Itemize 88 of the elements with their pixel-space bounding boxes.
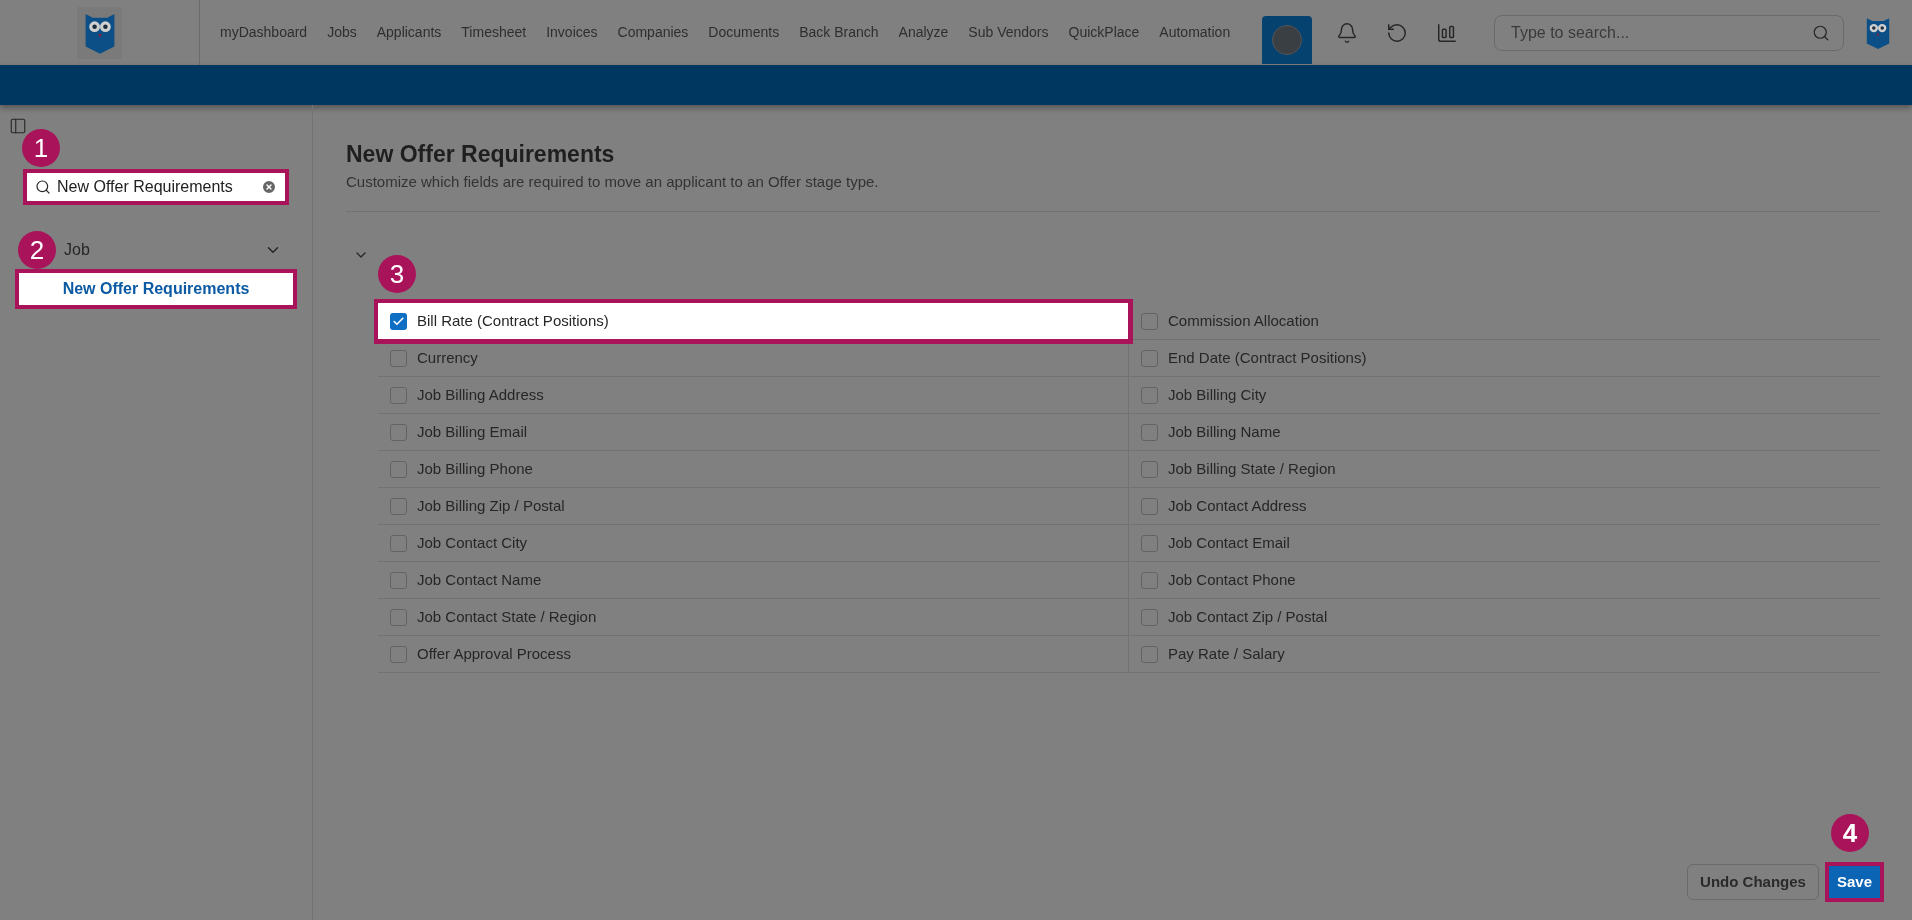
step-number: 2 (18, 231, 56, 269)
history-icon[interactable] (1386, 21, 1408, 44)
field-row[interactable]: Pay Rate / Salary (1129, 636, 1880, 674)
field-row[interactable]: Job Billing Address (378, 377, 1129, 415)
checkbox[interactable] (390, 423, 407, 441)
field-label: Job Billing Zip / Postal (417, 496, 565, 516)
nav-link[interactable]: Invoices (546, 22, 598, 43)
field-row[interactable]: Job Contact Phone (1129, 562, 1880, 600)
field-row[interactable]: Currency (378, 340, 1129, 378)
field-label: Job Contact Email (1168, 533, 1290, 553)
profile-tab[interactable] (1262, 16, 1312, 64)
search-field[interactable]: Type to search... (1494, 14, 1844, 51)
checkbox[interactable] (390, 608, 407, 626)
checkbox[interactable] (390, 571, 407, 589)
checkbox[interactable] (1141, 423, 1158, 441)
bell-icon[interactable] (1336, 21, 1358, 44)
field-label: Commission Allocation (1168, 311, 1319, 331)
nav-link[interactable]: Back Branch (799, 22, 879, 43)
field-label: Job Billing City (1168, 385, 1267, 405)
checkbox[interactable] (390, 645, 407, 663)
field-row[interactable]: Job Contact Address (1129, 488, 1880, 526)
field-label: Job Contact City (417, 533, 528, 553)
nav-link[interactable]: Applicants (376, 22, 442, 43)
nav-link[interactable]: Automation (1159, 22, 1231, 43)
step-number: 3 (378, 255, 416, 294)
field-row[interactable]: Job Billing Email (378, 414, 1129, 452)
checkbox[interactable] (1141, 645, 1158, 663)
nav-link[interactable]: Sub Vendors (968, 22, 1049, 43)
checkbox[interactable] (390, 312, 407, 330)
field-row[interactable]: Job Contact Email (1129, 525, 1880, 563)
field-label: Job Contact Address (1168, 496, 1307, 516)
avatar (1272, 25, 1302, 55)
nav-link[interactable]: Timesheet (461, 22, 527, 43)
field-row[interactable]: Job Billing Zip / Postal (378, 488, 1129, 526)
field-label: Job Contact State / Region (417, 607, 597, 627)
checkbox[interactable] (1141, 349, 1158, 367)
nav-link[interactable]: Documents (708, 22, 780, 43)
field-label: Offer Approval Process (417, 644, 571, 664)
checkbox[interactable] (1141, 497, 1158, 515)
nav-link[interactable]: Companies (617, 22, 689, 43)
search-icon (35, 179, 51, 195)
field-label: Job Billing Phone (417, 459, 533, 479)
field-label: Job Billing Email (417, 422, 528, 442)
checkbox[interactable] (1141, 312, 1158, 330)
sidebar-toggle-icon[interactable] (9, 117, 27, 135)
field-label: Bill Rate (Contract Positions) (417, 311, 609, 331)
check-icon (392, 314, 405, 328)
checkbox[interactable] (390, 349, 407, 367)
step-number: 1 (22, 129, 60, 167)
nav-link[interactable]: myDashboard (220, 22, 308, 43)
field-label: Job Contact Zip / Postal (1168, 607, 1328, 627)
undo-changes-button[interactable]: Undo Changes (1687, 864, 1819, 900)
checkbox[interactable] (1141, 571, 1158, 589)
checkbox[interactable] (1141, 534, 1158, 552)
field-label: Job Billing Address (417, 385, 544, 405)
field-row[interactable]: Job Contact Zip / Postal (1129, 599, 1880, 637)
page-subtitle: Customize which fields are required to move an applicant to an Offer stage type. (346, 171, 880, 192)
checkbox[interactable] (390, 460, 407, 478)
field-label: Job Contact Phone (1168, 570, 1296, 590)
field-label: End Date (Contract Positions) (1168, 348, 1367, 368)
nav-link[interactable]: QuickPlace (1068, 22, 1140, 43)
field-row[interactable]: Job Billing Phone (378, 451, 1129, 489)
field-label: Job Billing Name (1168, 422, 1281, 442)
checkbox[interactable] (390, 497, 407, 515)
chart-icon[interactable] (1436, 21, 1458, 44)
field-row[interactable]: Job Billing Name (1129, 414, 1880, 452)
field-row[interactable]: Job Contact Name (378, 562, 1129, 600)
search-icon[interactable] (1812, 23, 1830, 42)
field-label: Currency (417, 348, 478, 368)
checkbox[interactable] (390, 386, 407, 404)
field-row[interactable]: Job Billing State / Region (1129, 451, 1880, 489)
checkbox[interactable] (1141, 608, 1158, 626)
field-row[interactable]: Job Contact State / Region (378, 599, 1129, 637)
nav-link[interactable]: Analyze (898, 22, 949, 43)
field-row[interactable]: Offer Approval Process (378, 636, 1129, 674)
field-label: Job Billing State / Region (1168, 459, 1336, 479)
field-label: Job Contact Name (417, 570, 542, 590)
nav-link[interactable]: Jobs (327, 22, 357, 43)
field-row[interactable]: Job Billing City (1129, 377, 1880, 415)
field-row[interactable]: Commission Allocation (1129, 303, 1880, 341)
field-row[interactable]: Job Contact City (378, 525, 1129, 563)
page-title: New Offer Requirements (346, 140, 616, 169)
step-number: 4 (1830, 814, 1869, 852)
checkbox[interactable] (1141, 386, 1158, 404)
checkbox[interactable] (390, 534, 407, 552)
checkbox[interactable] (1141, 460, 1158, 478)
field-label: Pay Rate / Salary (1168, 644, 1285, 664)
field-row[interactable]: End Date (Contract Positions) (1129, 340, 1880, 378)
